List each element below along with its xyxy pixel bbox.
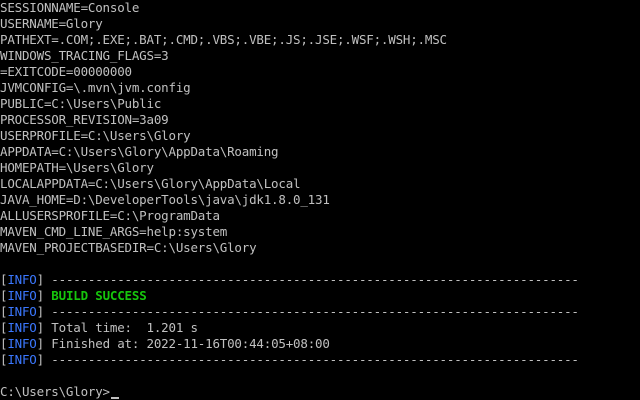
log-line-separator: [INFO] ---------------------------------…: [0, 304, 640, 320]
env-line-pathext: PATHEXT=.COM;.EXE;.BAT;.CMD;.VBS;.VBE;.J…: [0, 32, 447, 47]
env-line-sessionname: SESSIONNAME=Console: [0, 0, 140, 15]
log-line-total-time: [INFO] Total time: 1.201 s: [0, 320, 640, 336]
log-level-info: INFO: [7, 272, 37, 287]
log-bracket-close: ]: [36, 352, 45, 367]
log-line-separator: [INFO] ---------------------------------…: [0, 352, 640, 368]
env-line-appdata: APPDATA=C:\Users\Glory\AppData\Roaming: [0, 144, 279, 159]
command-prompt-line[interactable]: C:\Users\Glory>: [0, 384, 640, 400]
env-line-windows-tracing-flags: WINDOWS_TRACING_FLAGS=3: [0, 48, 169, 63]
log-bracket-close: ]: [36, 304, 45, 319]
env-line-allusersprofile: ALLUSERSPROFILE=C:\ProgramData: [0, 208, 220, 223]
env-line-userprofile: USERPROFILE=C:\Users\Glory: [0, 128, 191, 143]
log-bracket-close: ]: [36, 272, 45, 287]
env-line-username: USERNAME=Glory: [0, 16, 103, 31]
log-level-info: INFO: [7, 304, 37, 319]
log-level-info: INFO: [7, 288, 37, 303]
log-separator-text: ----------------------------------------…: [43, 272, 579, 287]
env-line-public: PUBLIC=C:\Users\Public: [0, 96, 162, 111]
log-level-info: INFO: [7, 336, 37, 351]
log-line-finished-at: [INFO] Finished at: 2022-11-16T00:44:05+…: [0, 336, 640, 352]
total-time-text: Total time: 1.201 s: [43, 320, 198, 335]
log-bracket-close: ]: [36, 288, 45, 303]
log-line-build-success: [INFO] BUILD SUCCESS: [0, 288, 640, 304]
env-line-maven-cmd-line-args: MAVEN_CMD_LINE_ARGS=help:system: [0, 224, 228, 239]
env-line-java-home: JAVA_HOME=D:\DeveloperTools\java\jdk1.8.…: [0, 192, 330, 207]
build-success-text: BUILD SUCCESS: [43, 288, 147, 303]
log-bracket-close: ]: [36, 336, 45, 351]
log-separator-text: ----------------------------------------…: [43, 304, 579, 319]
console-window[interactable]: SESSIONNAME=Console USERNAME=Glory PATHE…: [0, 0, 640, 400]
env-line-homepath: HOMEPATH=\Users\Glory: [0, 160, 154, 175]
finished-at-text: Finished at: 2022-11-16T00:44:05+08:00: [43, 336, 330, 351]
env-line-jvmconfig: JVMCONFIG=\.mvn\jvm.config: [0, 80, 191, 95]
log-bracket-close: ]: [36, 320, 45, 335]
log-level-info: INFO: [7, 352, 37, 367]
log-line-separator: [INFO] ---------------------------------…: [0, 272, 640, 288]
env-line-maven-projectbasedir: MAVEN_PROJECTBASEDIR=C:\Users\Glory: [0, 240, 257, 255]
log-level-info: INFO: [7, 320, 37, 335]
env-line-localappdata: LOCALAPPDATA=C:\Users\Glory\AppData\Loca…: [0, 176, 301, 191]
command-prompt: C:\Users\Glory>: [0, 384, 110, 399]
log-separator-text: ----------------------------------------…: [43, 352, 579, 367]
text-cursor: [110, 397, 119, 399]
env-line-exitcode: =EXITCODE=00000000: [0, 64, 132, 79]
env-line-processor-revision: PROCESSOR_REVISION=3a09: [0, 112, 169, 127]
